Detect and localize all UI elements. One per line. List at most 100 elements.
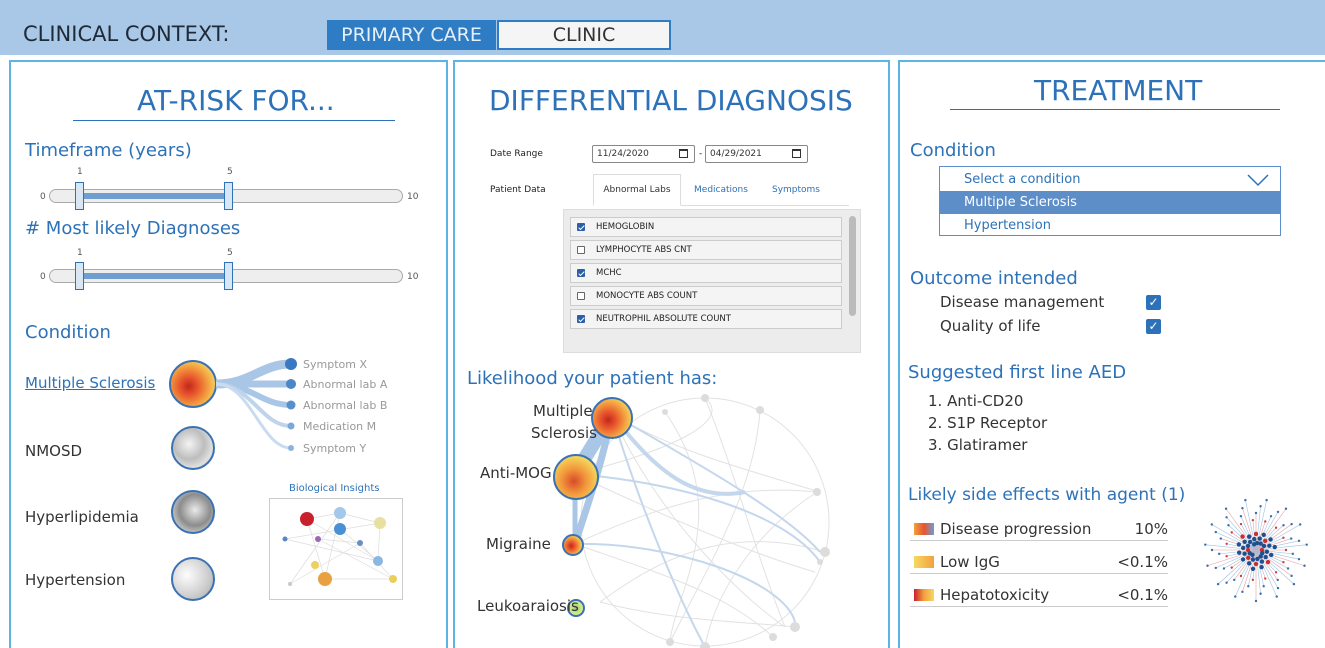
timeframe-high-handle[interactable] (224, 182, 233, 210)
abnormal-lab-a-label: Abnormal lab A (303, 378, 388, 391)
lab-checkbox[interactable] (577, 246, 585, 254)
symptom-links (215, 358, 297, 451)
disease-management-checkbox[interactable]: ✓ (1146, 295, 1161, 310)
diagnoses-count-label: # Most likely Diagnoses (25, 218, 241, 239)
side-effect-row[interactable]: Disease progression 10% (910, 518, 1168, 541)
date-to-input[interactable]: 04/29/2021 (705, 145, 808, 163)
timeframe-low-tick: 1 (77, 167, 83, 177)
diagnoses-slider-range (79, 273, 229, 279)
abnormal-labs-list[interactable]: HEMOGLOBIN LYMPHOCYTE ABS CNT MCHC MONOC… (563, 209, 861, 353)
lab-name: HEMOGLOBIN (596, 222, 655, 232)
select-placeholder[interactable]: Select a condition (940, 167, 1280, 191)
side-effect-value: <0.1% (1117, 586, 1168, 604)
aed-item-2: 2. S1P Receptor (928, 414, 1048, 432)
condition-hypertension[interactable]: Hypertension (25, 571, 125, 589)
migraine-likelihood-node[interactable] (562, 534, 584, 556)
condition-select[interactable]: Select a condition Multiple Sclerosis Hy… (939, 166, 1281, 236)
lab-item-hemoglobin[interactable]: HEMOGLOBIN (570, 217, 842, 237)
diagnoses-min: 0 (40, 272, 46, 282)
ms-heatmap-thumbnail[interactable] (169, 360, 217, 408)
tab-medications[interactable]: Medications (681, 174, 761, 206)
clinical-context-label: CLINICAL CONTEXT: (23, 22, 230, 46)
anti-mog-likelihood-node[interactable] (553, 454, 599, 500)
outcome-quality-of-life: Quality of life (940, 317, 1041, 335)
side-effect-name: Disease progression (940, 520, 1092, 538)
aed-item-3: 3. Glatiramer (928, 436, 1028, 454)
date-from-value: 11/24/2020 (597, 149, 649, 159)
date-to-value: 04/29/2021 (710, 149, 762, 159)
condition-hyperlipidemia[interactable]: Hyperlipidemia (25, 508, 139, 526)
lab-item-monocyte[interactable]: MONOCYTE ABS COUNT (570, 286, 842, 306)
treatment-panel: TREATMENT Condition Select a condition M… (898, 60, 1325, 648)
lab-name: NEUTROPHIL ABSOLUTE COUNT (596, 314, 731, 324)
timeframe-label: Timeframe (years) (25, 140, 192, 161)
lab-checkbox[interactable] (577, 315, 585, 323)
lab-checkbox[interactable] (577, 269, 585, 277)
insights-network-graph (282, 507, 397, 586)
quality-of-life-checkbox[interactable]: ✓ (1146, 319, 1161, 334)
lab-name: MONOCYTE ABS COUNT (596, 291, 698, 301)
primary-care-toggle[interactable]: PRIMARY CARE (327, 20, 496, 50)
symptom-y-label: Symptom Y (303, 442, 367, 455)
side-effect-name: Low IgG (940, 553, 1000, 571)
symptom-x-label: Symptom X (303, 358, 367, 371)
lab-name: LYMPHOCYTE ABS CNT (596, 245, 692, 255)
clinic-toggle[interactable]: CLINIC (497, 20, 671, 50)
timeframe-max: 10 (407, 192, 419, 202)
treatment-condition-label: Condition (910, 140, 996, 161)
nmosd-heatmap-thumbnail[interactable] (171, 426, 215, 470)
diagnoses-low-handle[interactable] (75, 262, 84, 290)
differential-title: DIFFERENTIAL DIAGNOSIS (489, 84, 853, 117)
lab-item-neutrophil[interactable]: NEUTROPHIL ABSOLUTE COUNT (570, 309, 842, 329)
diagnosis-label-migraine: Migraine (486, 535, 551, 553)
calendar-icon[interactable] (679, 149, 688, 158)
diagnosis-label-multiple: Multiple (533, 402, 593, 420)
diagnosis-label-sclerosis: Sclerosis (531, 424, 597, 442)
date-range-label: Date Range (490, 149, 543, 159)
date-separator: - (699, 149, 703, 159)
heatmap-icon (914, 556, 934, 568)
heatmap-icon (914, 589, 934, 601)
biological-insights-title: Biological Insights (289, 483, 380, 494)
condition-multiple-sclerosis[interactable]: Multiple Sclerosis (25, 374, 155, 392)
hyperlipidemia-heatmap-thumbnail[interactable] (171, 490, 215, 534)
side-effect-network-graph[interactable] (1196, 482, 1316, 622)
aed-item-1: 1. Anti-CD20 (928, 392, 1024, 410)
tab-abnormal-labs[interactable]: Abnormal Labs (593, 174, 681, 206)
diagnoses-high-handle[interactable] (224, 262, 233, 290)
treatment-title: TREATMENT (1034, 74, 1203, 107)
ms-likelihood-node[interactable] (591, 397, 633, 439)
side-effect-row[interactable]: Hepatotoxicity <0.1% (910, 584, 1168, 607)
lab-item-lymphocyte[interactable]: LYMPHOCYTE ABS CNT (570, 240, 842, 260)
option-hypertension[interactable]: Hypertension (940, 214, 1280, 237)
timeframe-low-handle[interactable] (75, 182, 84, 210)
option-multiple-sclerosis[interactable]: Multiple Sclerosis (940, 191, 1280, 214)
tab-symptoms[interactable]: Symptoms (761, 174, 831, 206)
hypertension-heatmap-thumbnail[interactable] (171, 557, 215, 601)
title-underline (73, 120, 395, 121)
timeframe-min: 0 (40, 192, 46, 202)
calendar-icon[interactable] (792, 149, 801, 158)
labs-scrollbar[interactable] (849, 216, 856, 316)
condition-nmosd[interactable]: NMOSD (25, 442, 82, 460)
aed-label: Suggested first line AED (908, 362, 1127, 383)
condition-label: Condition (25, 322, 111, 343)
timeframe-high-tick: 5 (227, 167, 233, 177)
diagnosis-label-leukoaraiosis: Leukoaraiosis (477, 597, 579, 615)
side-effect-value: <0.1% (1117, 553, 1168, 571)
chevron-down-icon[interactable] (1246, 173, 1270, 187)
lab-name: MCHC (596, 268, 622, 278)
biological-insights-network[interactable] (269, 498, 403, 600)
lab-checkbox[interactable] (577, 292, 585, 300)
clinical-context-bar: CLINICAL CONTEXT: PRIMARY CARE CLINIC (0, 0, 1325, 55)
heatmap-icon (914, 523, 934, 535)
date-from-input[interactable]: 11/24/2020 (592, 145, 695, 163)
lab-checkbox[interactable] (577, 223, 585, 231)
diagnoses-max: 10 (407, 272, 419, 282)
lab-item-mchc[interactable]: MCHC (570, 263, 842, 283)
side-effect-row[interactable]: Low IgG <0.1% (910, 551, 1168, 574)
side-effect-value: 10% (1134, 520, 1168, 538)
diagnoses-low-tick: 1 (77, 248, 83, 258)
diagnosis-label-anti-mog: Anti-MOG (480, 464, 552, 482)
title-underline (950, 109, 1280, 110)
